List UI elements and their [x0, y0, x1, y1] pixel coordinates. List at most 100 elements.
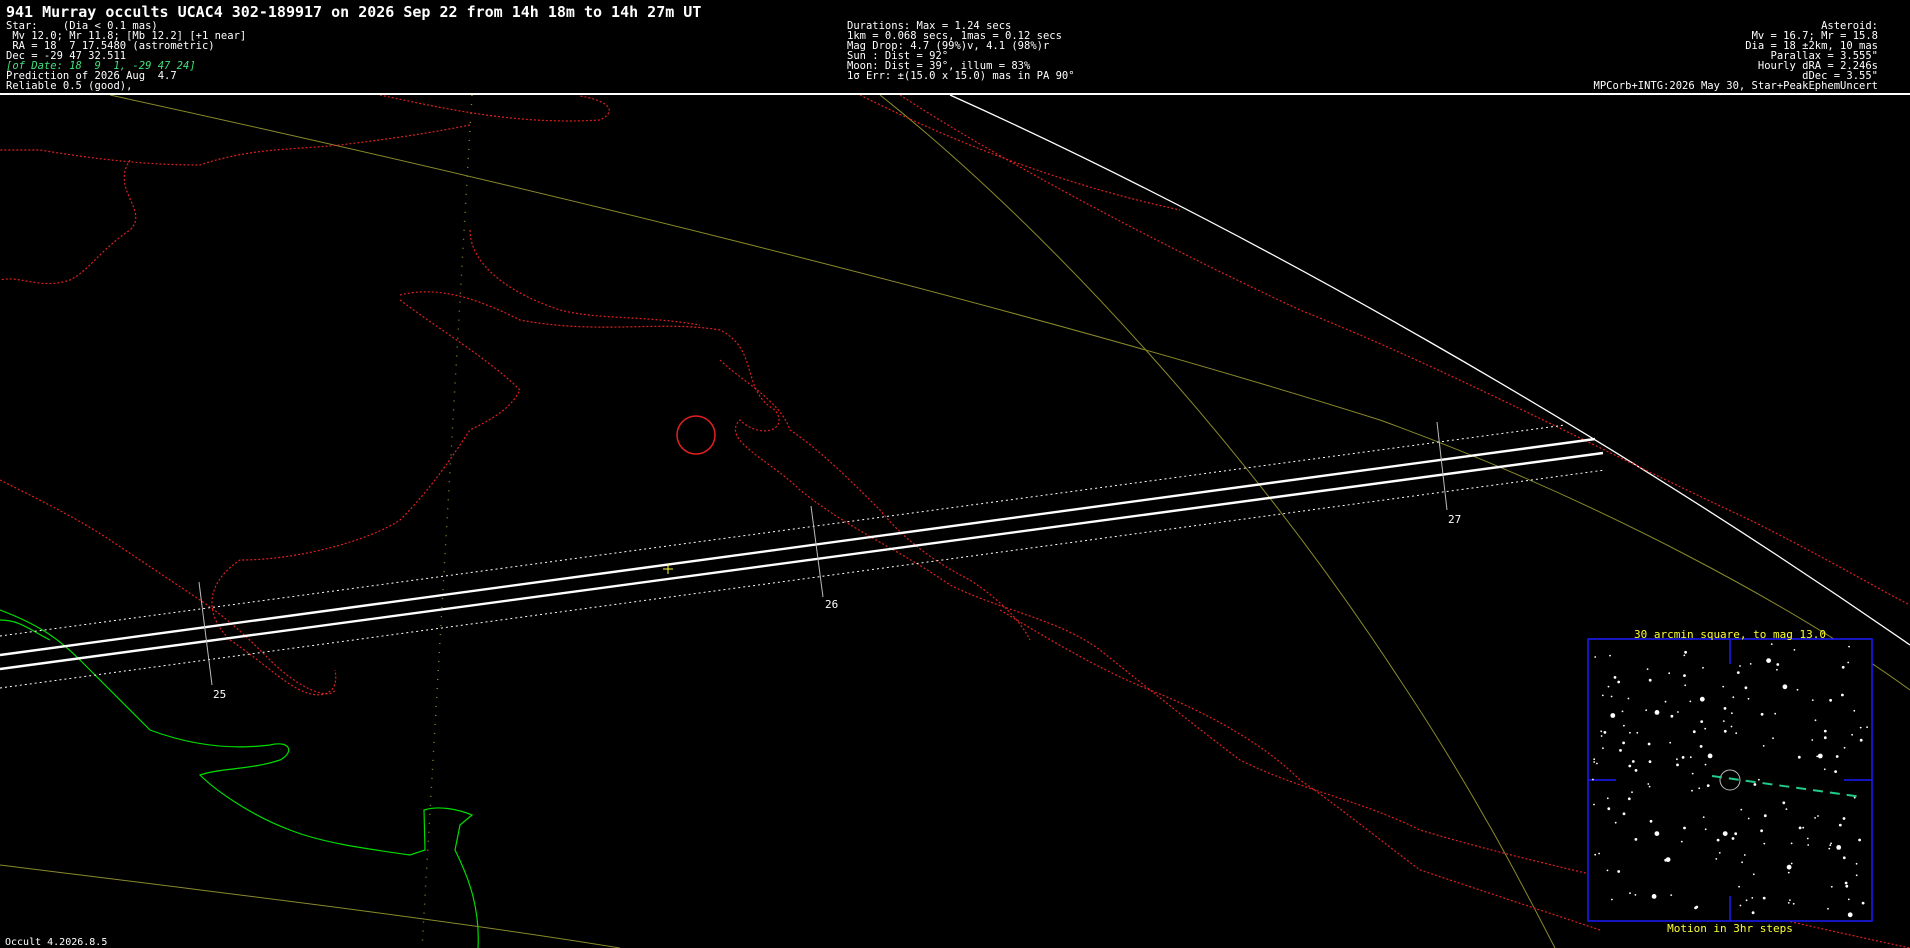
chart-star	[1669, 741, 1672, 744]
chart-star	[1700, 720, 1704, 723]
chart-star	[1594, 853, 1597, 856]
chart-star	[1676, 758, 1678, 761]
chart-star	[1631, 791, 1633, 794]
chart-star	[1607, 807, 1611, 811]
chart-star	[1704, 828, 1707, 831]
chart-star	[1732, 696, 1735, 699]
chart-star	[1617, 870, 1621, 873]
chart-star	[1628, 764, 1632, 768]
time-label-27: 27	[1448, 513, 1461, 526]
chart-star	[1594, 656, 1597, 658]
chart-star	[1796, 688, 1799, 691]
chart-star	[1718, 852, 1721, 854]
chart-star	[1843, 746, 1846, 749]
chart-star	[1838, 823, 1842, 827]
chart-star	[1790, 842, 1793, 845]
chart-star	[1629, 892, 1631, 895]
chart-star	[1844, 881, 1848, 885]
chart-star	[1787, 902, 1790, 904]
chart-star	[1684, 684, 1687, 687]
chart-star	[1648, 760, 1652, 764]
chart-star	[1738, 885, 1740, 888]
chart-star	[1670, 894, 1673, 896]
chart-star	[1722, 685, 1725, 688]
chart-star	[1651, 894, 1657, 899]
chart-star	[1802, 826, 1805, 829]
asteroid-info: Asteroid: Mv = 16.7; Mr = 15.8 Dia = 18 ±2…	[1594, 21, 1878, 92]
chart-star	[1704, 763, 1707, 766]
chart-star	[1607, 685, 1610, 688]
chart-star	[1716, 838, 1720, 842]
chart-star	[1774, 712, 1777, 715]
chart-star	[1689, 756, 1692, 759]
chart-star	[1692, 730, 1696, 734]
chart-star	[1847, 898, 1850, 901]
chart-star	[1617, 680, 1621, 684]
star-chart-inset	[1587, 638, 1873, 922]
chart-star	[1683, 654, 1686, 657]
chart-star	[1619, 749, 1622, 752]
chart-star	[1621, 710, 1624, 713]
chart-star	[1841, 665, 1845, 669]
central-path	[0, 437, 1604, 671]
chart-star	[1665, 857, 1671, 862]
chart-star	[1739, 904, 1742, 907]
chart-star	[1649, 819, 1653, 823]
chart-star	[1823, 729, 1827, 733]
chart-star	[1654, 710, 1660, 715]
chart-star	[1776, 668, 1778, 671]
site-marker	[676, 415, 716, 455]
chart-star	[1817, 753, 1823, 759]
chart-star	[1699, 745, 1703, 748]
chart-star	[1694, 906, 1697, 910]
chart-star	[1683, 826, 1686, 830]
chart-star	[1722, 831, 1728, 836]
header-separator	[0, 93, 1910, 95]
chart-star	[1817, 815, 1819, 817]
chart-star	[1740, 808, 1743, 811]
chart-star	[1592, 778, 1594, 781]
chart-star	[1689, 700, 1692, 703]
chart-star	[1614, 821, 1617, 824]
chart-star	[1668, 672, 1671, 675]
chart-star	[1627, 797, 1631, 801]
chart-star	[1734, 832, 1738, 836]
chart-star	[1811, 739, 1814, 741]
chart-star	[1829, 698, 1832, 702]
chart-star	[1861, 901, 1865, 905]
chart-star	[1647, 783, 1650, 785]
chart-star	[1830, 842, 1832, 845]
dotted-meridian	[421, 94, 473, 948]
chart-star	[1829, 844, 1832, 847]
chart-star	[1723, 729, 1727, 733]
chart-star	[1609, 654, 1611, 657]
chart-star	[1752, 873, 1755, 876]
chart-star	[1629, 731, 1631, 734]
chart-star	[1722, 720, 1725, 722]
chart-star	[1789, 899, 1791, 901]
chart-star	[1792, 902, 1795, 905]
chart-star	[1676, 763, 1679, 767]
chart-star	[1596, 762, 1598, 765]
chart-star	[1859, 726, 1862, 729]
chart-star	[1747, 817, 1750, 820]
chart-star	[1859, 738, 1863, 742]
sigma-path	[0, 424, 1606, 689]
chart-star	[1735, 732, 1738, 735]
chart-star	[1736, 671, 1740, 674]
chart-star	[1830, 885, 1833, 888]
chart-star	[1680, 840, 1683, 843]
star-info-line: Reliable 0.5 (good),	[6, 80, 133, 92]
chart-star	[1631, 760, 1635, 763]
chart-star	[1600, 730, 1603, 733]
chart-star	[1670, 714, 1674, 718]
chart-star	[1634, 769, 1638, 772]
time-tick-25	[198, 581, 213, 686]
chart-star	[1851, 733, 1853, 736]
chart-star	[1699, 696, 1705, 702]
time-label-26: 26	[825, 598, 838, 611]
chart-star	[1646, 668, 1649, 670]
chart-star	[1782, 684, 1788, 690]
chart-star	[1611, 898, 1613, 901]
chart-star	[1834, 770, 1837, 773]
